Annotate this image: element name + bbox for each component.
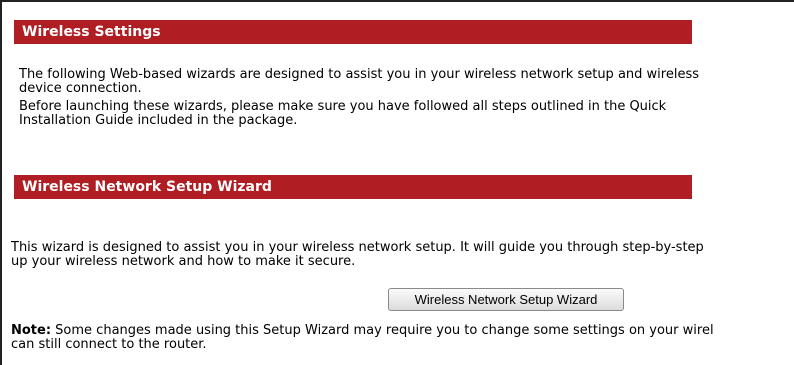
wireless-network-setup-wizard-header: Wireless Network Setup Wizard [14,175,692,199]
intro-paragraph-line-1: The following Web-based wizards are desi… [19,67,699,82]
prerequisite-paragraph-line-1: Before launching these wizards, please m… [19,99,667,114]
content-frame: Wireless Settings The following Web-base… [0,0,794,365]
intro-paragraph-line-2: device connection. [19,81,142,96]
note-line-2: can still connect to the router. [11,337,207,352]
wizard-description-line-1: This wizard is designed to assist you in… [11,240,704,255]
wireless-network-setup-wizard-button[interactable]: Wireless Network Setup Wizard [388,288,624,311]
wizard-description-line-2: up your wireless network and how to make… [11,254,356,269]
note-label: Note: [11,323,52,338]
prerequisite-paragraph-line-2: Installation Guide included in the packa… [19,113,298,128]
wireless-settings-header: Wireless Settings [14,20,692,44]
note-text: Some changes made using this Setup Wizar… [51,323,714,338]
note-line-1: Note: Some changes made using this Setup… [11,324,714,338]
